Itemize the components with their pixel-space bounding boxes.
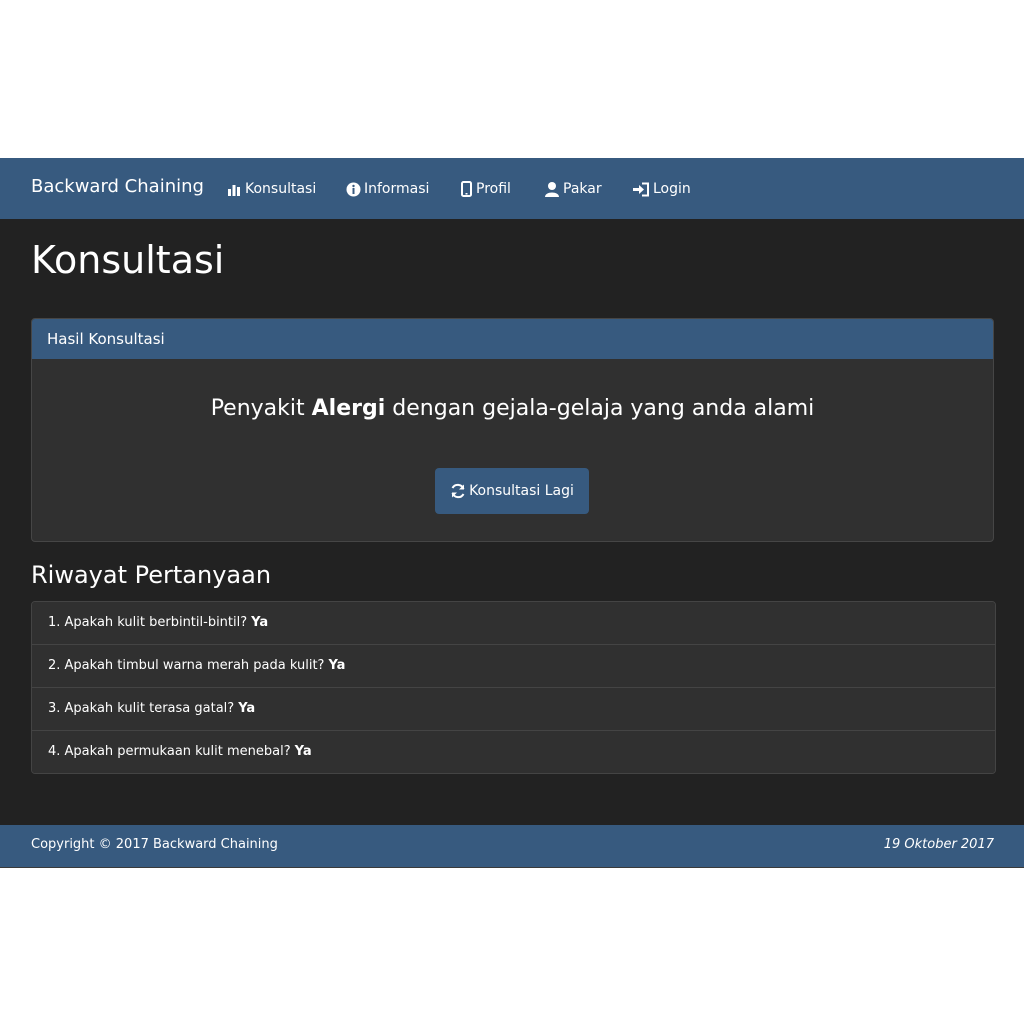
nav-item-informasi[interactable]: Informasi: [346, 179, 429, 199]
result-prefix: Penyakit: [210, 396, 305, 421]
navbar: Backward Chaining Konsultasi Informasi P: [0, 158, 1024, 219]
result-panel: Hasil Konsultasi Penyakit Alergi dengan …: [31, 318, 994, 542]
nav-item-label: Login: [653, 181, 691, 197]
question-text: 4. Apakah permukaan kulit menebal?: [48, 744, 291, 759]
user-icon: [545, 182, 559, 197]
history-list: 1. Apakah kulit berbintil-bintil? Ya 2. A…: [31, 601, 996, 774]
nav-item-label: Profil: [476, 181, 511, 197]
konsultasi-lagi-button[interactable]: Konsultasi Lagi: [435, 468, 589, 514]
result-suffix: dengan gejala-gelaja yang anda alami: [392, 396, 815, 421]
nav-item-profil[interactable]: Profil: [460, 179, 511, 199]
info-circle-icon: [346, 182, 361, 196]
question-text: 1. Apakah kulit berbintil-bintil?: [48, 615, 248, 630]
answer-text: Ya: [294, 744, 312, 759]
refresh-icon: [451, 483, 465, 499]
result-text: Penyakit Alergi dengan gejala-gelaja yan…: [32, 396, 993, 421]
disease-name: Alergi: [311, 396, 386, 421]
nav-item-pakar[interactable]: Pakar: [544, 179, 602, 199]
page-title: Konsultasi: [31, 238, 225, 282]
login-icon: [633, 182, 649, 196]
panel-heading: Hasil Konsultasi: [32, 319, 993, 359]
question-text: 3. Apakah kulit terasa gatal?: [48, 701, 235, 716]
history-title: Riwayat Pertanyaan: [31, 561, 272, 589]
answer-text: Ya: [328, 658, 346, 673]
list-item: 2. Apakah timbul warna merah pada kulit?…: [32, 645, 995, 688]
button-label: Konsultasi Lagi: [469, 483, 574, 499]
navbar-brand[interactable]: Backward Chaining: [31, 176, 204, 197]
nav-item-label: Pakar: [563, 181, 602, 197]
copyright-text: Copyright © 2017 Backward Chaining: [31, 837, 278, 852]
mobile-phone-icon: [461, 181, 472, 197]
list-item: 4. Apakah permukaan kulit menebal? Ya: [32, 731, 995, 773]
bar-chart-icon: [228, 185, 240, 196]
list-item: 3. Apakah kulit terasa gatal? Ya: [32, 688, 995, 731]
nav-item-label: Konsultasi: [245, 181, 317, 197]
question-text: 2. Apakah timbul warna merah pada kulit?: [48, 658, 325, 673]
footer: Copyright © 2017 Backward Chaining 19 Ok…: [0, 825, 1024, 867]
nav-item-login[interactable]: Login: [632, 179, 691, 199]
answer-text: Ya: [238, 701, 256, 716]
nav-item-label: Informasi: [364, 181, 430, 197]
app-frame: Backward Chaining Konsultasi Informasi P: [0, 158, 1024, 868]
nav-item-konsultasi[interactable]: Konsultasi: [227, 179, 316, 199]
list-item: 1. Apakah kulit berbintil-bintil? Ya: [32, 602, 995, 645]
answer-text: Ya: [251, 615, 269, 630]
footer-date: 19 Oktober 2017: [883, 837, 994, 852]
